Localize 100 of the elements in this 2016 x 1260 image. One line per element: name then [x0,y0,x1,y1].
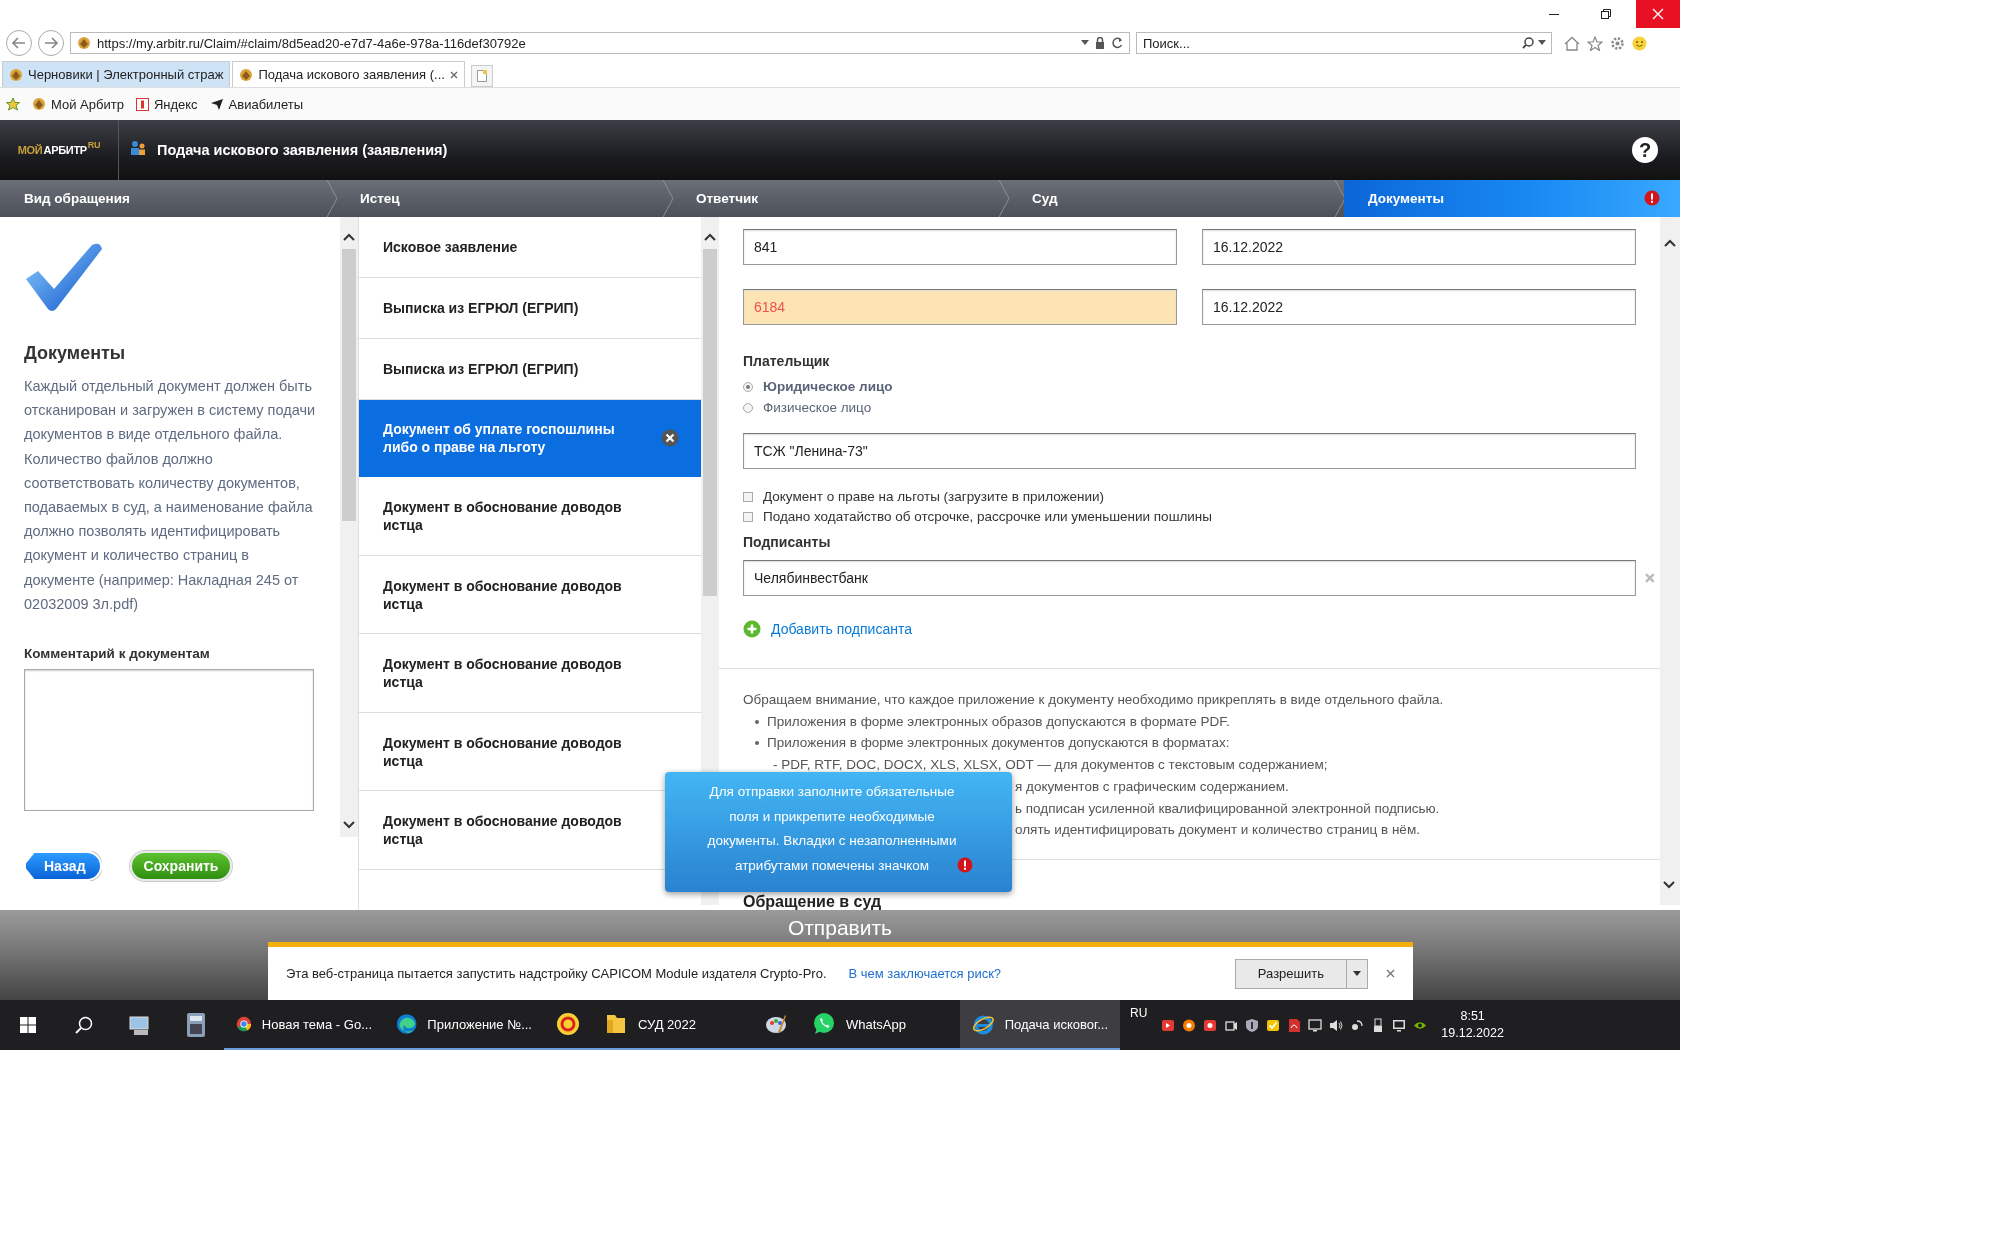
language-indicator[interactable]: RU [1130,1006,1148,1020]
scrollbar-thumb[interactable] [342,249,356,521]
address-field[interactable]: https://my.arbitr.ru/Claim/#claim/8d5ead20-e7d7-4a6e-978a-116def30792e [70,32,1130,54]
home-icon [1564,35,1580,51]
chevron-down-icon [343,821,355,829]
taskbar-item[interactable]: Подача исковог... [960,1000,1120,1050]
arrow-left-icon [12,37,26,49]
lock-icon [1095,37,1105,49]
windows-icon [20,1017,36,1033]
scrollbar[interactable] [340,217,358,837]
square-icon[interactable] [1203,1017,1218,1033]
checkbox[interactable] [743,511,753,522]
arrow-right-icon [44,37,58,49]
browser-icon [396,1012,418,1036]
back-button[interactable]: Назад [24,851,102,882]
calculator-icon [187,1013,205,1037]
notification-text: Эта веб-страница пытается запустить надстройку CAPICOM Module издателя Crypto-Pro. [286,966,827,981]
chat-icon [812,1012,836,1036]
square-icon[interactable] [1161,1017,1176,1033]
scrollbar-thumb[interactable] [703,249,717,596]
monitor-icon[interactable] [1308,1017,1323,1033]
chevron-up-icon [1664,239,1676,247]
plus-icon [743,620,761,638]
chevron-icon [1334,180,1346,217]
favorite-link[interactable]: Мой Арбитр [32,96,124,112]
favorite-link[interactable]: Яндекс [135,96,198,112]
remove-icon [1644,572,1656,584]
circle-icon[interactable] [1182,1017,1197,1033]
add-signer-link[interactable]: Добавить подписанта [743,620,912,638]
allow-button[interactable]: Разрешить [1234,958,1368,989]
checkbox-icon[interactable] [1266,1017,1281,1033]
new-tab-button[interactable] [470,65,493,87]
step-tab[interactable]: Документы [1344,180,1680,217]
search-field[interactable]: Поиск... [1136,32,1552,54]
smiley-icon [1632,35,1647,51]
input-field[interactable]: Челябинвестбанк [743,560,1637,596]
favorite-link[interactable]: Авиабилеты [209,96,304,112]
settings-icon [1610,35,1625,51]
browser-tab[interactable]: Черновики | Электронный страж [2,61,231,87]
browser-tab[interactable]: Подача искового заявления (... [232,61,465,87]
chevron-up-icon [704,233,716,241]
speaker-icon[interactable] [1329,1017,1344,1033]
step-tab[interactable]: Вид обращения [0,180,336,217]
checkbox-label: Документ о праве на льготы (загрузите в приложении) [763,489,1105,504]
scrollbar[interactable] [1660,217,1680,905]
document-icon[interactable] [1287,1017,1302,1033]
step-tab[interactable]: Истец [336,180,672,217]
field-label: Плательщик [743,353,831,369]
radio-option[interactable]: Юридическое лицо [743,379,893,394]
checkbox-label: Подано ходатайство об отсрочке, рассрочке или уменьшении пошлины [763,509,1213,524]
restore-icon [1601,9,1611,19]
field-label: Подписанты [743,534,832,550]
search-icon [75,1016,93,1034]
people-icon [129,140,147,156]
warning-icon [957,857,973,873]
input-field[interactable]: ТСЖ "Ленина-73" [743,433,1636,469]
step-tab[interactable]: Ответчик [672,180,1008,217]
section-title: Документы [24,343,127,364]
palette-icon [764,1012,788,1036]
tooltip-text: Для отправки заполните обязательные поля и прикрепите необходимые документы. Вкладки с незаполненными атрибутами помечены значком [706,783,958,875]
caret-icon [1081,40,1089,46]
satellite-icon[interactable] [1350,1017,1365,1033]
radio-button[interactable] [743,402,753,413]
input-field[interactable]: 16.12.2022 [1202,289,1636,325]
close-icon [1652,8,1664,20]
taskbar-item[interactable]: Приложение №... [384,1000,544,1050]
bullet-icon [755,719,759,724]
step-tab[interactable]: Суд [1008,180,1344,217]
chevron-icon [662,180,674,217]
caret-icon [1538,40,1546,46]
emblem-icon [9,67,23,82]
chevron-down-icon [1663,881,1675,889]
radio-button[interactable] [743,381,753,392]
risk-link[interactable]: В чем заключается риск? [848,966,1002,981]
notice-text: Приложения в форме электронных документов допускаются в форматах: [767,734,1230,753]
shield-icon[interactable] [1245,1017,1260,1033]
url-text: https://my.arbitr.ru/Claim/#claim/8d5ead20-e7d7-4a6e-978a-116def30792e [97,35,527,51]
page-title: Подача искового заявления (заявления) [157,142,448,158]
comment-field[interactable] [24,669,314,812]
monitor-icon[interactable] [1392,1017,1407,1033]
close-icon [1386,969,1395,978]
refresh-icon [1111,37,1123,49]
input-field[interactable]: 16.12.2022 [1202,229,1636,265]
checkbox[interactable] [743,491,753,502]
notice-text: - PDF, RTF, DOC, DOCX, XLS, XLSX, ODT — для документов с текстовым содержанием; [773,756,1328,775]
clock[interactable]: 8:51 19.12.2022 [1441,1008,1504,1042]
taskbar-item[interactable]: Новая тема - Go... [224,1000,384,1050]
radio-option[interactable]: Физическое лицо [743,400,872,415]
caret-icon [1353,971,1361,976]
notice-text: ь подписан усиленной квалифицированной электронной подписью. [1015,799,1440,818]
help-button[interactable]: ? [1632,137,1658,163]
taskbar-item[interactable]: СУД 2022 [592,1000,752,1050]
close-icon [449,70,458,79]
submit-button[interactable]: Отправить [787,915,893,941]
close-button[interactable] [1386,969,1395,978]
input-field[interactable]: 841 [743,229,1177,265]
description-text: Каждый отдельный документ должен быть отсканирован и загружен в систему подачи документов в виде отдельного файла. Количество файлов должно соответствовать количеству документов, подаваемых в суд, а наименование файла должно позволять идентифицировать документ и количество страниц в документе (например: Накладная 245 от 02032009 3л.pdf) [24,377,316,614]
square-icon [135,97,149,111]
search-icon [1522,37,1534,49]
document-item[interactable]: Документ об уплате госпошлины либо о праве на льготу [359,400,701,477]
